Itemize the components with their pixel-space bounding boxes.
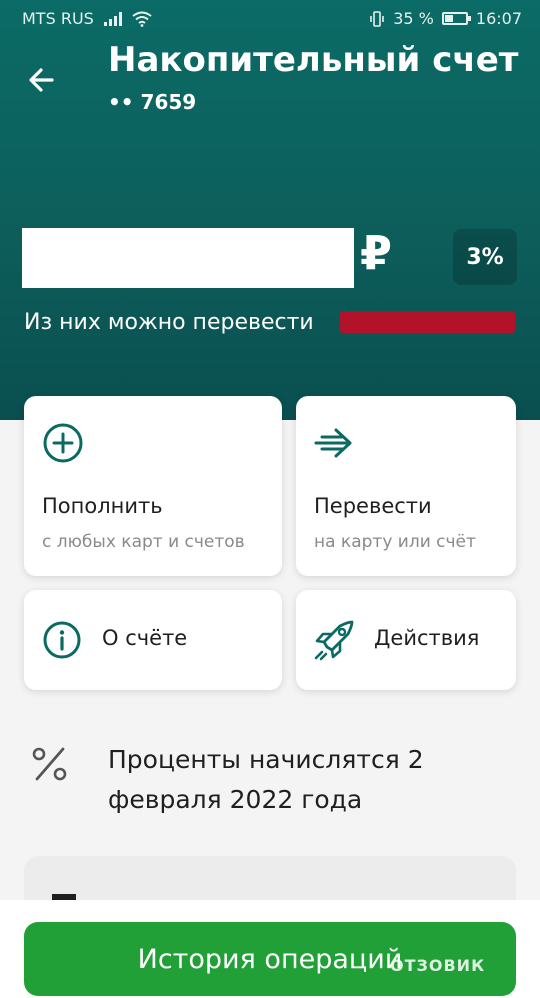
signal-icon xyxy=(103,11,122,26)
balance-redacted xyxy=(22,228,354,288)
battery-percent: 35 % xyxy=(393,9,434,28)
operations-label: Действия xyxy=(374,626,480,650)
transfer-sublabel: на карту или счёт xyxy=(314,532,476,552)
status-bar: MTS RUS 35 % 16:07 xyxy=(0,0,540,36)
about-account-card[interactable]: О счёте xyxy=(24,590,282,690)
top-up-sublabel: с любых карт и счетов xyxy=(42,532,245,552)
percent-icon xyxy=(32,747,67,781)
vibrate-icon xyxy=(370,10,385,27)
clock: 16:07 xyxy=(475,9,522,28)
account-number: •• 7659 xyxy=(108,90,197,114)
header-banner: MTS RUS 35 % 16:07 Накопительный счет ••… xyxy=(0,0,540,420)
operations-card[interactable]: Действия xyxy=(296,590,516,690)
wifi-icon xyxy=(132,11,152,27)
available-to-transfer-label: Из них можно перевести xyxy=(24,310,314,335)
rocket-icon xyxy=(314,620,354,661)
info-circle-icon xyxy=(43,621,81,659)
battery-icon xyxy=(441,12,471,25)
watermark: ОТЗОВИК xyxy=(390,956,486,975)
back-arrow-icon[interactable] xyxy=(22,60,62,100)
currency-symbol: ₽ xyxy=(360,226,393,280)
transfer-label: Перевести xyxy=(314,494,432,518)
carrier-name: MTS RUS xyxy=(22,9,94,28)
top-up-card[interactable]: Пополнить с любых карт и счетов xyxy=(24,396,282,576)
available-amount-redacted xyxy=(340,311,515,333)
about-account-label: О счёте xyxy=(102,626,188,650)
page-title: Накопительный счет xyxy=(108,40,519,80)
plus-circle-icon xyxy=(43,423,83,463)
interest-accrual-note: Проценты начислятся 2 февраля 2022 года xyxy=(108,745,424,814)
top-up-label: Пополнить xyxy=(42,494,163,518)
interest-rate-badge: 3% xyxy=(453,229,517,285)
transfer-card[interactable]: Перевести на карту или счёт xyxy=(296,396,516,576)
send-arrow-icon xyxy=(314,428,352,458)
